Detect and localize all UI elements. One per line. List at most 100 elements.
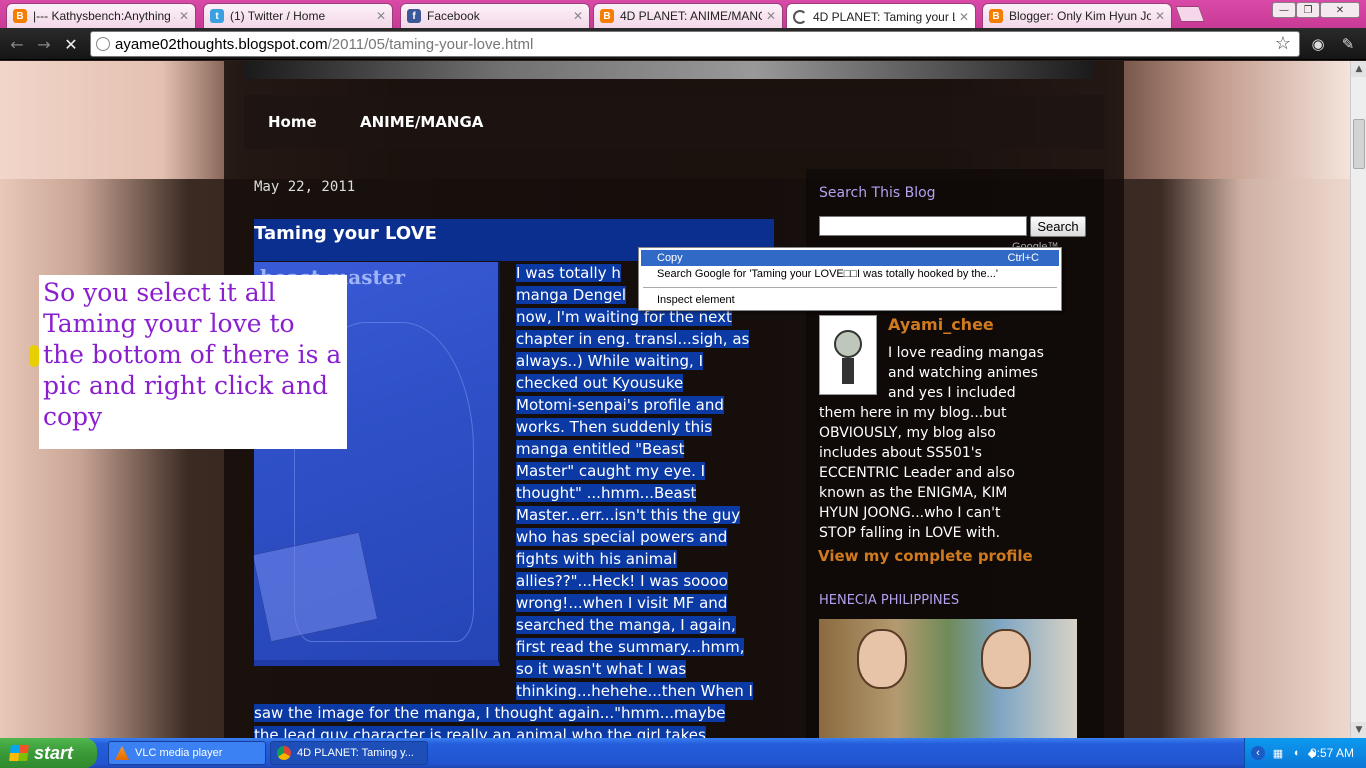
tab-label: Blogger: Only Kim Hyun Joong xyxy=(1009,9,1151,23)
close-icon[interactable]: ✕ xyxy=(959,10,969,24)
context-search-google-item[interactable]: Search Google for 'Taming your LOVE□□I w… xyxy=(641,266,1059,282)
context-item-shortcut: Ctrl+C xyxy=(1007,252,1039,264)
profile-line: HYUN JOONG...who I can't xyxy=(819,505,1001,521)
context-copy-item[interactable]: Copy Ctrl+C xyxy=(641,250,1059,266)
post-text-line: allies??"...Heck! I was soooo xyxy=(516,570,774,592)
post-text-line-content: Master" caught my eye. I xyxy=(516,462,706,480)
window-close-icon[interactable]: ✕ xyxy=(1320,2,1360,18)
post-title[interactable]: Taming your LOVE xyxy=(254,223,437,244)
close-icon[interactable]: ✕ xyxy=(766,9,776,23)
post-text-line: who has special powers and xyxy=(516,526,774,548)
task-label: 4D PLANET: Taming y... xyxy=(297,747,414,759)
start-button[interactable]: start xyxy=(0,738,97,768)
nav-anime-manga-link[interactable]: ANIME/MANGA xyxy=(360,113,483,131)
profile-line: known as the ENIGMA, KIM xyxy=(819,485,1008,501)
tab-label: 4D PLANET: ANIME/MANGA xyxy=(620,9,762,23)
scroll-down-icon[interactable]: ▼ xyxy=(1351,722,1366,738)
network-icon[interactable]: ▦ xyxy=(1271,746,1285,760)
url-path: /2011/05/taming-your-love.html xyxy=(327,35,534,53)
blog-navbar: Home ANIME/MANGA xyxy=(244,95,1104,149)
maximize-icon[interactable]: ❐ xyxy=(1296,2,1320,18)
post-text-line: thinking...hehehe...then When I xyxy=(516,680,774,702)
tab-twitter[interactable]: t (1) Twitter / Home ✕ xyxy=(203,3,393,28)
post-text-line: so it wasn't what I was xyxy=(516,658,774,680)
taskbar-vlc[interactable]: VLC media player xyxy=(108,741,266,765)
back-arrow-icon[interactable]: ← xyxy=(6,34,28,54)
profile-line: and watching animes xyxy=(888,365,1038,381)
profile-name[interactable]: Ayami_chee xyxy=(888,315,994,334)
profile-line: I love reading mangas xyxy=(888,345,1044,361)
tray-expand-icon[interactable]: ‹ xyxy=(1251,746,1265,760)
taskbar-chrome[interactable]: 4D PLANET: Taming y... xyxy=(270,741,428,765)
loading-icon xyxy=(793,9,807,24)
post-text-line: manga entitled "Beast xyxy=(516,438,774,460)
twitter-icon: t xyxy=(210,9,224,23)
tab-taming-your-love[interactable]: 4D PLANET: Taming your LOVE ✕ xyxy=(786,3,976,29)
stop-icon[interactable]: ✕ xyxy=(60,34,82,54)
system-tray: ‹ ▦ ◖ ◆ 9:57 AM xyxy=(1244,738,1366,768)
post-text-line: works. Then suddenly this xyxy=(516,416,774,438)
post-text-line: Motomi-senpai's profile and xyxy=(516,394,774,416)
post-text-line-content: always..) While waiting, I xyxy=(516,352,704,370)
chrome-icon xyxy=(277,746,291,760)
post-text-line-content: manga Dengel xyxy=(516,286,626,304)
extension-icon[interactable]: ◉ xyxy=(1308,34,1328,54)
scroll-up-icon[interactable]: ▲ xyxy=(1351,61,1366,77)
henecia-photo[interactable] xyxy=(819,619,1077,738)
taskbar: start VLC media player 4D PLANET: Taming… xyxy=(0,738,1366,768)
post-text-line: searched the manga, I again, xyxy=(516,614,774,636)
profile-line: them here in my blog...but xyxy=(819,405,1007,421)
profile-line: includes about SS501's xyxy=(819,445,982,461)
post-text-line: checked out Kyousuke xyxy=(516,372,774,394)
forward-arrow-icon[interactable]: → xyxy=(33,34,55,54)
tab-blogger-kim-hyun-joong[interactable]: B Blogger: Only Kim Hyun Joong ✕ xyxy=(982,3,1172,28)
windows-logo-icon xyxy=(9,745,29,761)
new-tab-button[interactable] xyxy=(1175,6,1205,22)
wrench-icon[interactable]: ✎ xyxy=(1338,34,1358,54)
annotation-text: So you select it all Taming your love to… xyxy=(43,278,342,431)
search-button[interactable]: Search xyxy=(1030,216,1086,237)
bookmark-star-icon[interactable]: ☆ xyxy=(1275,33,1291,54)
post-text-line: Master" caught my eye. I xyxy=(516,460,774,482)
shield-icon[interactable]: ◆ xyxy=(1305,746,1319,760)
vertical-scrollbar[interactable]: ▲ ▼ xyxy=(1350,61,1366,738)
tab-facebook[interactable]: f Facebook ✕ xyxy=(400,3,590,28)
nav-home-link[interactable]: Home xyxy=(268,113,317,131)
post-text-line-content: who has special powers and xyxy=(516,528,728,546)
post-text-line-content: the lead guy character is really an anim… xyxy=(254,726,706,738)
profile-line: ECCENTRIC Leader and also xyxy=(819,465,1015,481)
post-text-line-content: so it wasn't what I was xyxy=(516,660,687,678)
minimize-icon[interactable]: — xyxy=(1272,2,1296,18)
post-text-line-content: works. Then suddenly this xyxy=(516,418,713,436)
facebook-icon: f xyxy=(407,9,421,23)
volume-icon[interactable]: ◖ xyxy=(1289,746,1303,760)
tab-anime-manga[interactable]: B 4D PLANET: ANIME/MANGA ✕ xyxy=(593,3,783,28)
post-text-line-content: thought" ...hmm...Beast xyxy=(516,484,697,502)
post-text-line-content: searched the manga, I again, xyxy=(516,616,736,634)
post-text-line: fights with his animal xyxy=(516,548,774,570)
close-icon[interactable]: ✕ xyxy=(376,9,386,23)
blog-search-input[interactable] xyxy=(819,216,1027,236)
close-icon[interactable]: ✕ xyxy=(573,9,583,23)
post-text-line: chapter in eng. transl...sigh, as xyxy=(516,328,774,350)
tab-label: Facebook xyxy=(427,9,480,23)
scroll-thumb[interactable] xyxy=(1353,119,1365,169)
tab-strip: B |--- Kathysbench:Anything an ✕ t (1) T… xyxy=(0,0,1366,29)
tab-kathysbench[interactable]: B |--- Kathysbench:Anything an ✕ xyxy=(6,3,196,28)
view-profile-link[interactable]: View my complete profile xyxy=(818,547,1033,565)
context-inspect-item[interactable]: Inspect element xyxy=(641,292,1059,308)
post-text-line: always..) While waiting, I xyxy=(516,350,774,372)
post-body-full: saw the image for the manga, I thought a… xyxy=(254,702,774,738)
close-icon[interactable]: ✕ xyxy=(179,9,189,23)
close-icon[interactable]: ✕ xyxy=(1155,9,1165,23)
url-host: ayame02thoughts.blogspot.com xyxy=(115,35,328,53)
person-face xyxy=(857,629,907,689)
mouse-cursor-icon xyxy=(29,345,39,367)
search-widget-title: Search This Blog xyxy=(819,185,936,201)
post-text-line-content: fights with his animal xyxy=(516,550,677,568)
post-text-line-content: Motomi-senpai's profile and xyxy=(516,396,724,414)
context-item-label: Inspect element xyxy=(657,294,735,306)
profile-line: OBVIOUSLY, my blog also xyxy=(819,425,996,441)
address-bar[interactable]: ayame02thoughts.blogspot.com/2011/05/tam… xyxy=(90,31,1300,57)
post-text-line: thought" ...hmm...Beast xyxy=(516,482,774,504)
